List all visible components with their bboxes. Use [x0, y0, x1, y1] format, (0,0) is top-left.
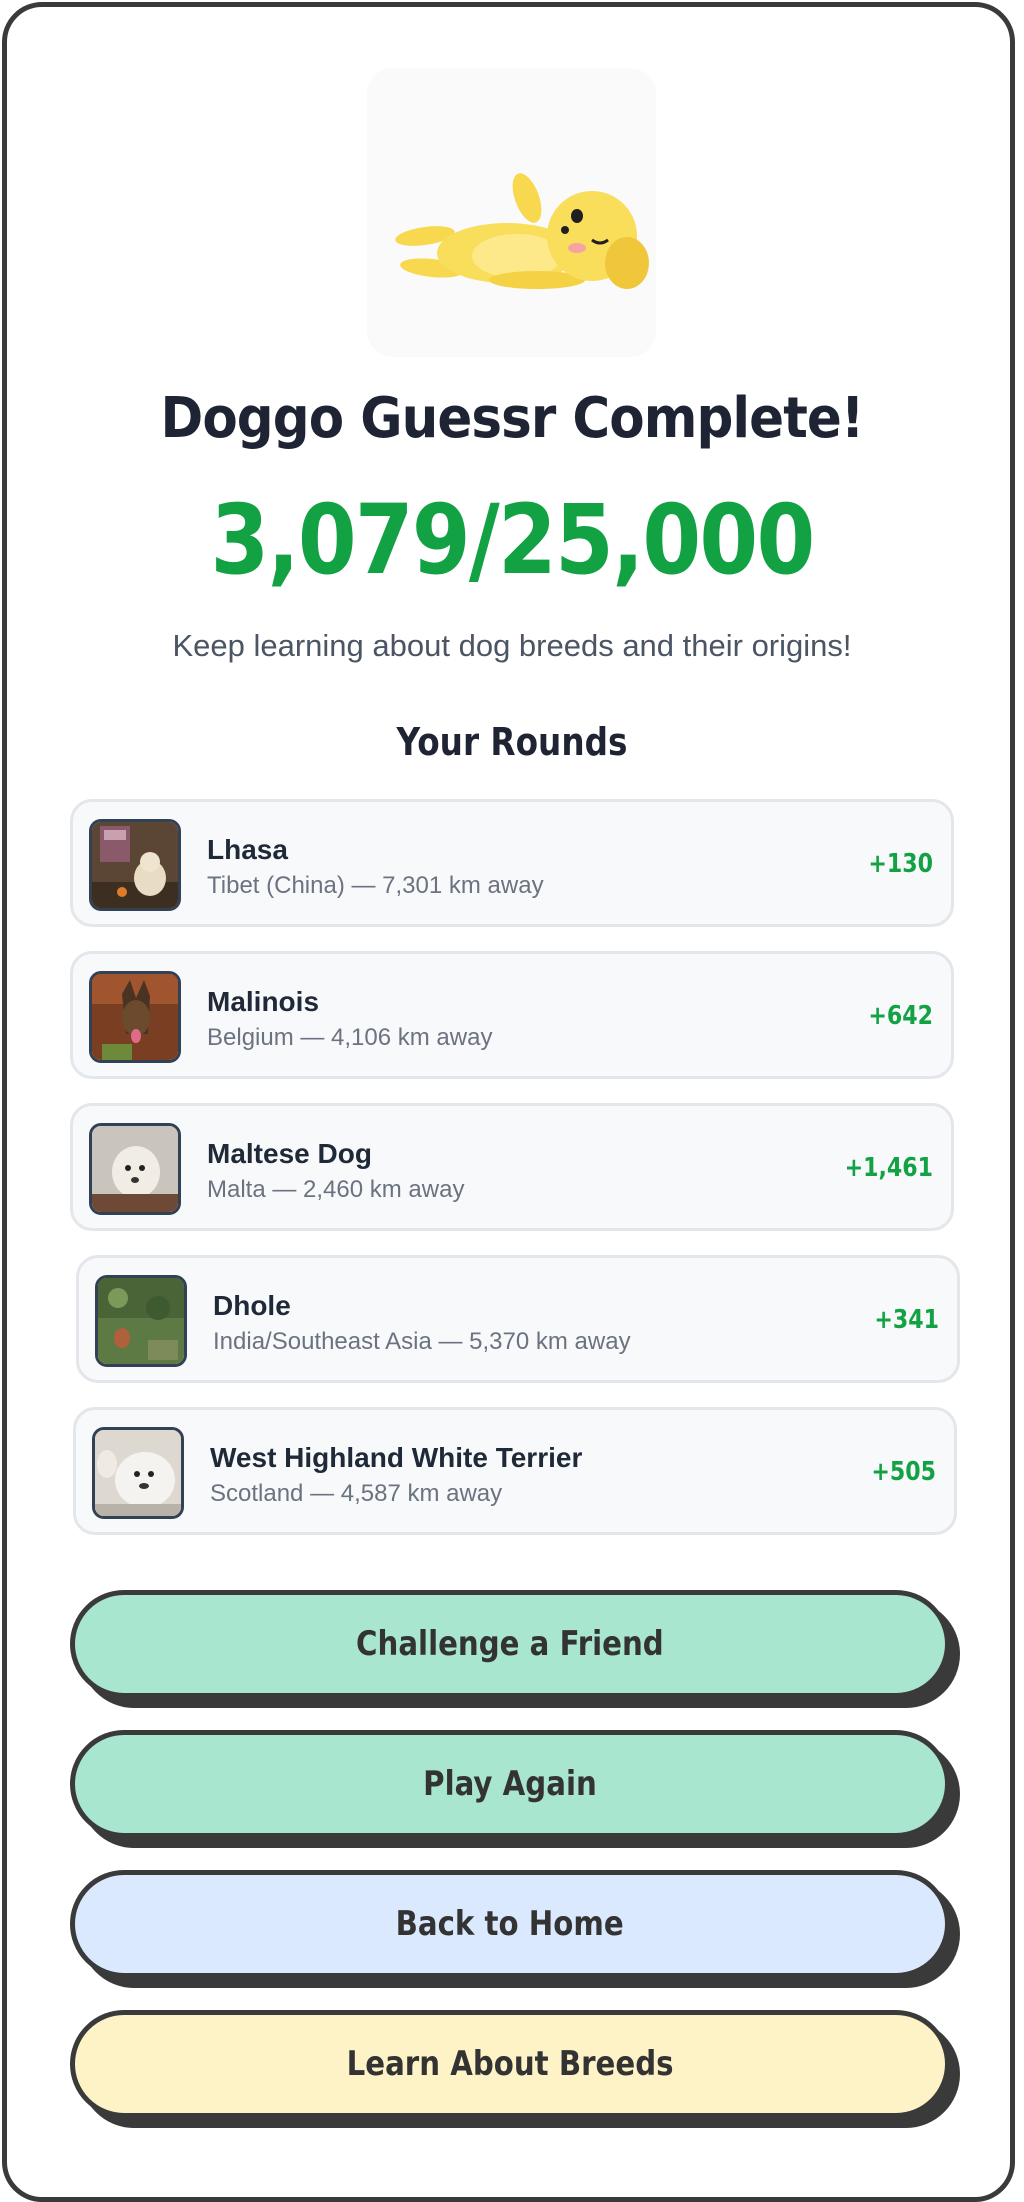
breed-name: West Highland White Terrier — [210, 1442, 583, 1473]
round-points: +505 — [871, 1457, 936, 1487]
challenge-friend-label: Challenge a Friend — [356, 1624, 664, 1664]
play-again-button[interactable]: Play Again — [70, 1730, 950, 1838]
breed-photo — [89, 971, 181, 1063]
challenge-friend-button[interactable]: Challenge a Friend — [70, 1590, 950, 1698]
sleeping-puppy-icon — [395, 173, 649, 289]
breed-name: Maltese Dog — [207, 1138, 372, 1169]
breed-photo — [89, 819, 181, 911]
rounds-heading: Your Rounds — [396, 720, 628, 764]
round-item-lhasa: Lhasa Tibet (China) — 7,301 km away +130 — [70, 799, 954, 927]
round-points: +1,461 — [844, 1153, 933, 1183]
breed-origin-distance: India/Southeast Asia — 5,370 km away — [213, 1328, 631, 1355]
round-item-malinois: Malinois Belgium — 4,106 km away +642 — [70, 951, 954, 1079]
mascot-panel — [367, 68, 656, 357]
breed-photo — [89, 1123, 181, 1215]
breed-origin-distance: Scotland — 4,587 km away — [210, 1480, 503, 1507]
breed-photo — [95, 1275, 187, 1367]
final-score: 3,079/25,000 — [210, 484, 816, 596]
tagline: Keep learning about dog breeds and their… — [172, 628, 852, 663]
round-points: +642 — [868, 1001, 933, 1031]
breed-name: Malinois — [207, 986, 320, 1017]
page-title: Doggo Guessr Complete! — [160, 386, 864, 451]
play-again-label: Play Again — [423, 1764, 597, 1804]
breed-name: Lhasa — [207, 834, 288, 865]
round-item-west-highland-white-terrier: West Highland White Terrier Scotland — 4… — [73, 1407, 957, 1535]
breed-origin-distance: Tibet (China) — 7,301 km away — [207, 872, 544, 899]
breed-photo — [92, 1427, 184, 1519]
breed-origin-distance: Belgium — 4,106 km away — [207, 1024, 493, 1051]
learn-about-breeds-button[interactable]: Learn About Breeds — [70, 2010, 950, 2118]
back-to-home-label: Back to Home — [395, 1904, 625, 1944]
round-points: +130 — [868, 849, 933, 879]
round-item-dhole: Dhole India/Southeast Asia — 5,370 km aw… — [76, 1255, 960, 1383]
learn-about-breeds-label: Learn About Breeds — [346, 2044, 674, 2084]
round-points: +341 — [874, 1305, 939, 1335]
breed-name: Dhole — [213, 1290, 291, 1321]
breed-origin-distance: Malta — 2,460 km away — [207, 1176, 465, 1203]
round-item-maltese-dog: Maltese Dog Malta — 2,460 km away +1,461 — [70, 1103, 954, 1231]
back-to-home-button[interactable]: Back to Home — [70, 1870, 950, 1978]
